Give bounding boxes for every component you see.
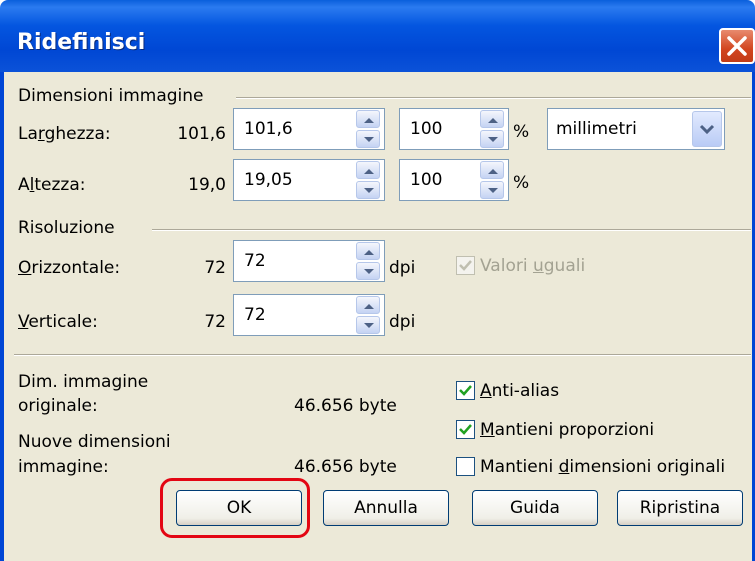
height-field[interactable]: 19,05 bbox=[233, 159, 385, 201]
spin-down-icon[interactable] bbox=[480, 130, 504, 148]
resolution-separator bbox=[152, 229, 751, 231]
width-percent-sign: % bbox=[513, 122, 530, 142]
unit-select[interactable]: millimetri bbox=[547, 108, 725, 150]
vertical-label: Verticale: bbox=[18, 312, 98, 332]
info-separator bbox=[14, 354, 751, 356]
height-label: Altezza: bbox=[18, 175, 86, 195]
horizontal-dpi-unit: dpi bbox=[389, 258, 416, 278]
keep-ratio-checkbox[interactable] bbox=[456, 420, 475, 439]
vertical-dpi-unit: dpi bbox=[389, 312, 416, 332]
height-original-value: 19,0 bbox=[188, 175, 226, 195]
spin-down-icon[interactable] bbox=[480, 181, 504, 199]
check-icon bbox=[459, 260, 472, 271]
original-size-value: 46.656 byte bbox=[294, 396, 397, 416]
resolution-section-label: Risoluzione bbox=[18, 218, 115, 238]
horizontal-original-value: 72 bbox=[204, 258, 226, 278]
original-size-label-line1: Dim. immagine bbox=[18, 372, 149, 392]
keep-original-label: Mantieni dimensioni originali bbox=[480, 457, 726, 477]
horizontal-dpi-spinner[interactable] bbox=[356, 242, 380, 280]
help-button[interactable]: Guida bbox=[472, 490, 598, 526]
image-size-separator bbox=[236, 97, 751, 99]
reset-button[interactable]: Ripristina bbox=[617, 490, 743, 526]
width-label: Larghezza: bbox=[18, 124, 111, 144]
width-percent-field[interactable]: 100 bbox=[399, 108, 509, 150]
spin-up-icon[interactable] bbox=[480, 110, 504, 128]
width-percent-spinner[interactable] bbox=[480, 110, 504, 148]
height-percent-spinner[interactable] bbox=[480, 161, 504, 199]
spin-up-icon[interactable] bbox=[356, 296, 380, 314]
new-size-label-line2: immagine: bbox=[18, 457, 109, 477]
antialias-label: Anti-alias bbox=[480, 381, 560, 401]
image-size-section-label: Dimensioni immagine bbox=[18, 86, 204, 106]
height-percent-sign: % bbox=[513, 173, 530, 193]
keep-original-checkbox[interactable] bbox=[456, 457, 475, 476]
spin-up-icon[interactable] bbox=[480, 161, 504, 179]
width-original-value: 101,6 bbox=[177, 124, 226, 144]
dialog-body: Dimensioni immagine Larghezza: 101,6 101… bbox=[0, 72, 755, 561]
spin-down-icon[interactable] bbox=[356, 181, 380, 199]
close-icon bbox=[727, 36, 747, 56]
spin-down-icon[interactable] bbox=[356, 262, 380, 280]
cancel-button[interactable]: Annulla bbox=[323, 490, 449, 526]
ok-highlight-annotation bbox=[160, 478, 310, 538]
spin-down-icon[interactable] bbox=[356, 130, 380, 148]
spin-up-icon[interactable] bbox=[356, 110, 380, 128]
width-field[interactable]: 101,6 bbox=[233, 108, 385, 150]
vertical-dpi-field[interactable]: 72 bbox=[233, 294, 385, 336]
horizontal-label: Orizzontale: bbox=[18, 258, 121, 278]
chevron-down-icon[interactable] bbox=[692, 111, 722, 147]
spin-up-icon[interactable] bbox=[356, 242, 380, 260]
horizontal-dpi-field[interactable]: 72 bbox=[233, 240, 385, 282]
spin-down-icon[interactable] bbox=[356, 316, 380, 334]
width-spinner[interactable] bbox=[356, 110, 380, 148]
original-size-label-line2: originale: bbox=[18, 396, 98, 416]
window-title: Ridefinisci bbox=[17, 30, 146, 55]
vertical-original-value: 72 bbox=[204, 312, 226, 332]
new-size-value: 46.656 byte bbox=[294, 457, 397, 477]
new-size-label-line1: Nuove dimensioni bbox=[18, 432, 171, 452]
vertical-dpi-spinner[interactable] bbox=[356, 296, 380, 334]
antialias-checkbox[interactable] bbox=[456, 381, 475, 400]
equal-values-checkbox[interactable] bbox=[456, 256, 475, 275]
check-icon bbox=[459, 424, 472, 435]
height-percent-field[interactable]: 100 bbox=[399, 159, 509, 201]
equal-values-label: Valori uguali bbox=[480, 256, 586, 276]
spin-up-icon[interactable] bbox=[356, 161, 380, 179]
title-bar[interactable]: Ridefinisci bbox=[0, 0, 755, 72]
height-spinner[interactable] bbox=[356, 161, 380, 199]
close-button[interactable] bbox=[719, 28, 755, 64]
keep-ratio-label: Mantieni proporzioni bbox=[480, 420, 655, 440]
check-icon bbox=[459, 385, 472, 396]
resize-dialog: Ridefinisci Dimensioni immagine Larghezz… bbox=[0, 0, 755, 561]
